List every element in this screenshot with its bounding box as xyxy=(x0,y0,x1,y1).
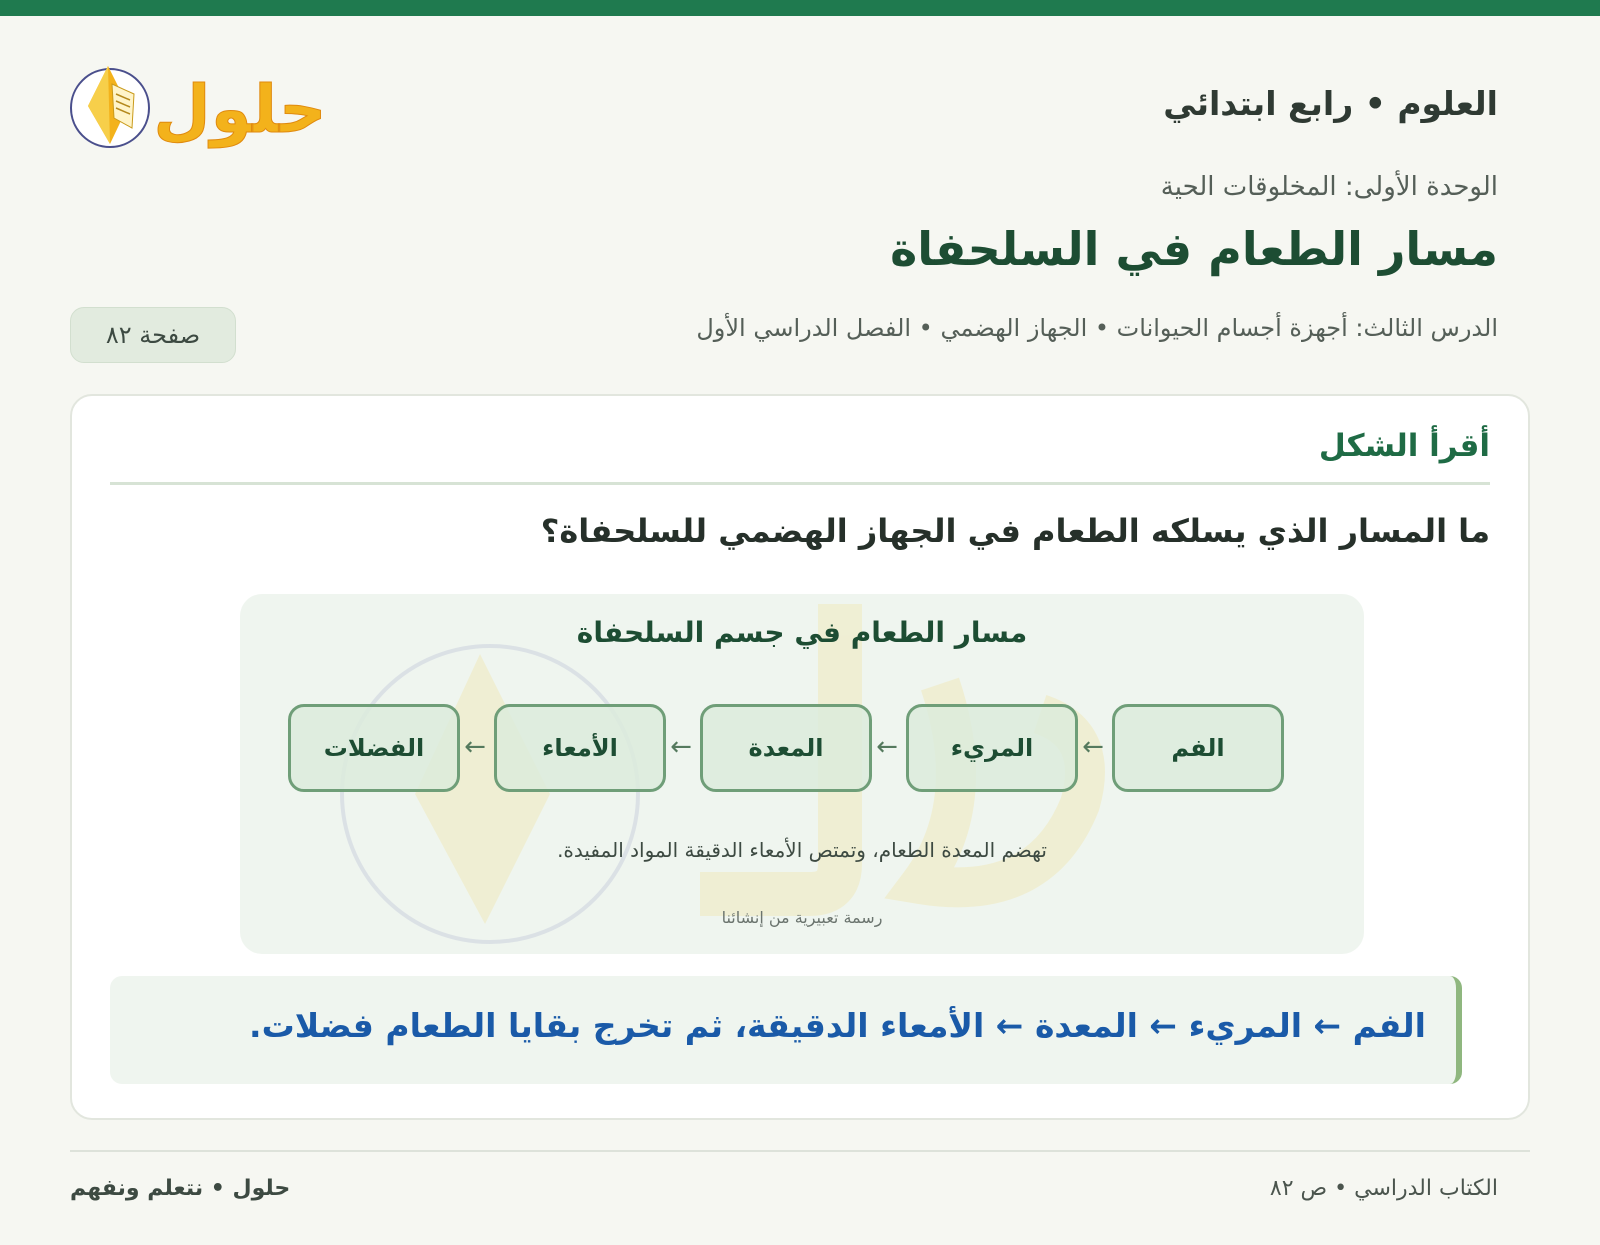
stage-waste: الفضلات xyxy=(288,704,460,792)
lesson-breadcrumb: الدرس الثالث: أجهزة أجسام الحيوانات • ال… xyxy=(696,314,1498,342)
logo[interactable]: حلول xyxy=(70,48,330,160)
divider xyxy=(110,482,1490,485)
arrow-icon: ← xyxy=(670,732,692,762)
arrow-icon: ← xyxy=(1082,732,1104,762)
stage-esophagus: المريء xyxy=(906,704,1078,792)
top-accent-bar xyxy=(0,0,1600,16)
arrow-icon: ← xyxy=(876,732,898,762)
page-title: مسار الطعام في السلحفاة xyxy=(890,222,1498,276)
flow-chain: الفم ← المريء ← المعدة ← الأمعاء ← الفضل… xyxy=(288,704,1308,794)
unit-label: الوحدة الأولى: المخلوقات الحية xyxy=(1160,172,1498,202)
subject-grade: العلوم • رابع ابتدائي xyxy=(1163,84,1498,123)
answer-text: الفم ← المريء ← المعدة ← الأمعاء الدقيقة… xyxy=(249,1006,1426,1045)
flow-figure: مسار الطعام في جسم السلحفاة الفم ← المري… xyxy=(240,594,1364,954)
stage-stomach: المعدة xyxy=(700,704,872,792)
footer-divider xyxy=(70,1150,1530,1152)
stage-intestines: الأمعاء xyxy=(494,704,666,792)
answer-box: الفم ← المريء ← المعدة ← الأمعاء الدقيقة… xyxy=(110,976,1462,1084)
question-text: ما المسار الذي يسلكه الطعام في الجهاز ال… xyxy=(540,512,1490,550)
logo-wordmark: حلول xyxy=(153,71,326,149)
card-heading: أقرأ الشكل xyxy=(1318,428,1490,464)
stage-mouth: الفم xyxy=(1112,704,1284,792)
arrow-icon: ← xyxy=(464,732,486,762)
figure-credit: رسمة تعبيرية من إنشائنا xyxy=(721,908,883,927)
book-icon xyxy=(70,66,150,148)
content-card: أقرأ الشكل ما المسار الذي يسلكه الطعام ف… xyxy=(70,394,1530,1120)
figure-caption: تهضم المعدة الطعام، وتمتص الأمعاء الدقيق… xyxy=(557,838,1047,862)
footer-source: الكتاب الدراسي • ص ٨٢ xyxy=(1269,1176,1498,1201)
page: العلوم • رابع ابتدائي حلول الوحدة الأولى… xyxy=(0,0,1600,1245)
footer-brand: حلول • نتعلم ونفهم xyxy=(70,1176,291,1201)
header: العلوم • رابع ابتدائي حلول xyxy=(70,48,1498,160)
figure-title: مسار الطعام في جسم السلحفاة xyxy=(576,616,1028,649)
page-number-badge: صفحة ٨٢ xyxy=(70,307,236,363)
